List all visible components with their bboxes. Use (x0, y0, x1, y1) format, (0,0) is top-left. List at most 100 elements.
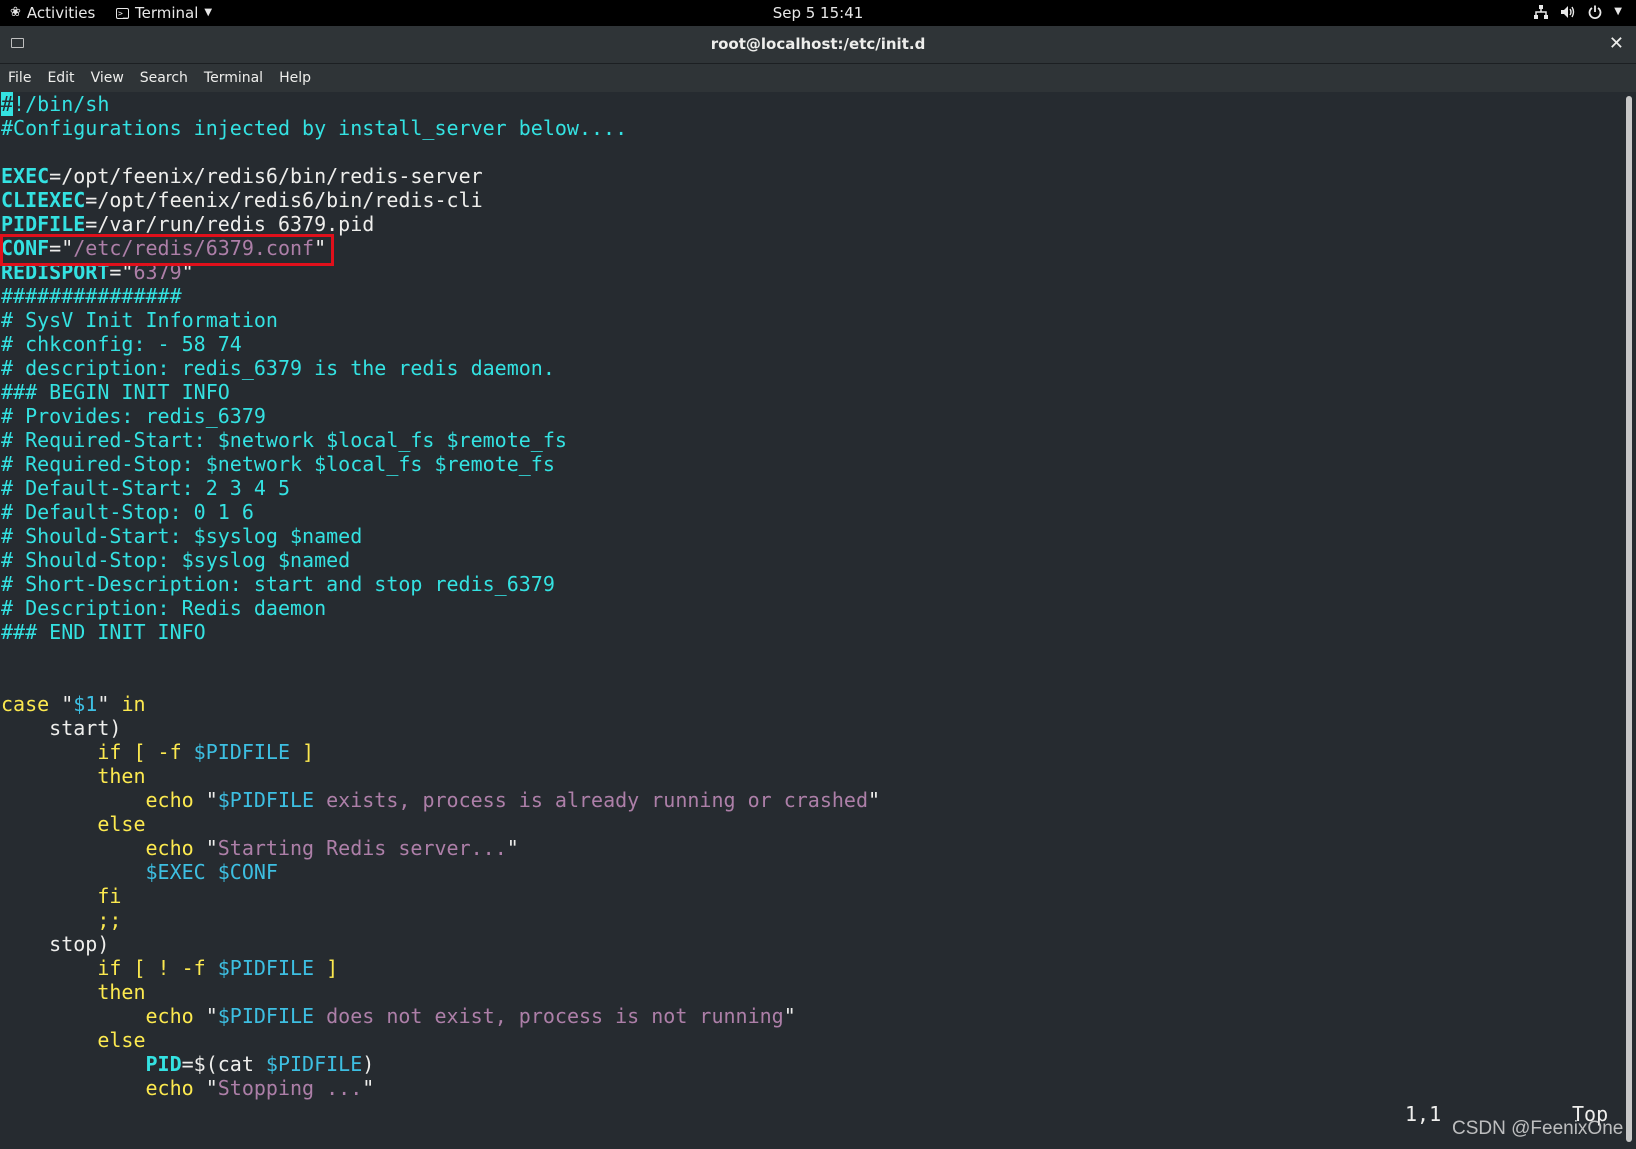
code-line: # Provides: redis_6379 (1, 404, 880, 428)
code-token: # chkconfig: - 58 74 (1, 332, 242, 356)
chevron-down-icon[interactable]: ▼ (1614, 3, 1622, 21)
code-token: in (121, 692, 146, 716)
code-line: if [ ! -f $PIDFILE ] (1, 956, 880, 980)
code-token: " (193, 1004, 218, 1028)
code-token: then (97, 980, 146, 1004)
code-token: $EXEC $CONF (145, 860, 278, 884)
code-token: " (783, 1004, 796, 1028)
app-menu-button[interactable]: >_ Terminal ▼ (116, 4, 212, 22)
code-line: echo "Starting Redis server..." (1, 836, 880, 860)
code-token: ) (362, 1052, 375, 1076)
activities-label: Activities (26, 4, 96, 22)
code-token: ] (290, 740, 315, 764)
code-line: # Default-Start: 2 3 4 5 (1, 476, 880, 500)
code-line: else (1, 1028, 880, 1052)
code-line: $EXEC $CONF (1, 860, 880, 884)
power-icon[interactable] (1588, 5, 1602, 19)
code-token: echo (145, 836, 194, 860)
code-line: stop) (1, 932, 880, 956)
app-menu-label: Terminal (135, 4, 199, 22)
code-line: REDISPORT="6379" (1, 260, 880, 284)
code-line: fi (1, 884, 880, 908)
code-line: # Required-Start: $network $local_fs $re… (1, 428, 880, 452)
code-token: fi (97, 884, 122, 908)
code-token: # Should-Start: $syslog $named (1, 524, 363, 548)
code-token: ### BEGIN INIT INFO (1, 380, 230, 404)
code-token: ### END INIT INFO (1, 620, 206, 644)
code-token: stop) (1, 932, 110, 956)
code-line: echo "$PIDFILE does not exist, process i… (1, 1004, 880, 1028)
code-line: else (1, 812, 880, 836)
system-tray[interactable]: ▼ (1534, 3, 1622, 21)
code-line: start) (1, 716, 880, 740)
code-line: # Should-Start: $syslog $named (1, 524, 880, 548)
code-token: then (97, 764, 146, 788)
code-token: echo (145, 1004, 194, 1028)
code-token: Starting Redis server... (217, 836, 507, 860)
code-token: else (97, 1028, 146, 1052)
code-line: echo "$PIDFILE exists, process is alread… (1, 788, 881, 812)
code-line: PIDFILE=/var/run/redis_6379.pid (1, 212, 880, 236)
code-token: $1 (73, 692, 98, 716)
code-token: # Default-Start: 2 3 4 5 (1, 476, 290, 500)
code-token: EXEC (1, 164, 50, 188)
menu-help[interactable]: Help (271, 64, 319, 92)
code-token: 6379 (133, 260, 182, 284)
editor-text[interactable]: #!/bin/sh #Configurations injected by ins… (1, 92, 880, 1100)
code-token: ;; (97, 908, 122, 932)
code-token: PIDFILE (1, 212, 86, 236)
code-line: then (1, 764, 880, 788)
clock-label[interactable]: Sep 5 15:41 (773, 4, 864, 22)
menu-file[interactable]: File (0, 64, 39, 92)
code-token: PID (145, 1052, 182, 1076)
code-token: if (97, 956, 122, 980)
code-token: /etc/redis/6379.conf (73, 236, 315, 260)
network-icon[interactable] (1534, 5, 1549, 19)
chevron-down-icon: ▼ (204, 7, 213, 18)
code-token: $PIDFILE (217, 956, 315, 980)
code-token: else (97, 812, 146, 836)
code-line: CONF="/etc/redis/6379.conf" (1, 236, 880, 260)
code-token: =/opt/feenix/redis6/bin/redis-server (49, 164, 483, 188)
menu-terminal[interactable]: Terminal (196, 64, 271, 92)
close-button[interactable]: ✕ (1609, 33, 1624, 54)
terminal-content[interactable]: #!/bin/sh #Configurations injected by ins… (0, 92, 1624, 1149)
menu-view[interactable]: View (83, 64, 132, 92)
code-token: " (181, 260, 194, 284)
code-token: [ -f (121, 740, 194, 764)
code-token: [ ! -f (121, 956, 218, 980)
code-token: =$(cat (181, 1052, 266, 1076)
code-token: " (49, 692, 74, 716)
code-token: CLIEXEC (1, 188, 86, 212)
code-token: # Description: Redis daemon (1, 596, 327, 620)
code-line: #Configurations injected by install_serv… (1, 116, 880, 140)
watermark: CSDN @FeenixOne (1452, 1118, 1624, 1139)
code-line: # chkconfig: - 58 74 (1, 332, 880, 356)
gnome-top-bar: ❀ Activities >_ Terminal ▼ Sep 5 15:41 ▼ (0, 0, 1636, 26)
volume-icon[interactable] (1560, 5, 1576, 19)
code-line: # description: redis_6379 is the redis d… (1, 356, 880, 380)
menu-edit[interactable]: Edit (39, 64, 82, 92)
code-line: #!/bin/sh (1, 92, 880, 116)
terminal-icon: >_ (116, 7, 129, 19)
code-line: ;; (1, 908, 880, 932)
code-token: if (97, 740, 122, 764)
code-line: ### BEGIN INIT INFO (1, 380, 880, 404)
code-token: " (97, 692, 122, 716)
code-token: =/opt/feenix/redis6/bin/redis-cli (85, 188, 483, 212)
menu-search[interactable]: Search (132, 64, 196, 92)
code-line: ### END INIT INFO (1, 620, 880, 644)
terminal-scrollbar[interactable] (1626, 96, 1632, 1142)
code-token: " (193, 788, 218, 812)
activities-button[interactable]: ❀ Activities (10, 4, 95, 22)
code-line: # Description: Redis daemon (1, 596, 880, 620)
window-title-bar[interactable]: root@localhost:/etc/init.d ✕ (0, 26, 1636, 64)
clock: Sep 5 15:41 (0, 4, 1636, 22)
